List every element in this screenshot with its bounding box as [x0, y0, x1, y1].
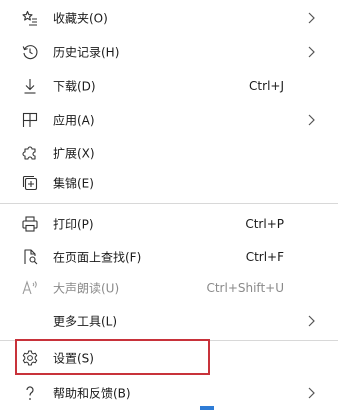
chevron-right-icon — [306, 314, 316, 328]
menu-item-label: 更多工具(L) — [53, 314, 118, 329]
menu-item-label: 下载(D) — [53, 79, 96, 94]
menu-item-history[interactable]: 历史记录(H) — [0, 35, 338, 69]
menu-item-label: 应用(A) — [53, 113, 95, 128]
menu-item-print[interactable]: 打印(P) Ctrl+P — [0, 207, 338, 241]
menu-item-label: 打印(P) — [53, 217, 94, 232]
blue-accent-mark — [200, 406, 214, 410]
help-question-icon — [21, 384, 39, 402]
shortcut-text: Ctrl+J — [249, 79, 284, 93]
menu-item-label: 历史记录(H) — [53, 45, 120, 60]
collections-icon — [21, 174, 39, 192]
menu-item-favorites[interactable]: 收藏夹(O) — [0, 1, 338, 35]
menu-item-label: 帮助和反馈(B) — [53, 386, 131, 401]
find-on-page-icon — [21, 248, 39, 266]
extensions-puzzle-icon — [21, 144, 39, 162]
menu-item-find-on-page[interactable]: 在页面上查找(F) Ctrl+F — [0, 240, 338, 274]
download-arrow-icon — [21, 77, 39, 95]
menu-item-read-aloud[interactable]: 大声朗读(U) Ctrl+Shift+U — [0, 271, 338, 305]
menu-item-label: 扩展(X) — [53, 146, 95, 161]
shortcut-text: Ctrl+Shift+U — [206, 281, 284, 295]
history-clock-icon — [21, 43, 39, 61]
menu-item-label: 大声朗读(U) — [53, 281, 120, 296]
menu-item-downloads[interactable]: 下载(D) Ctrl+J — [0, 69, 338, 103]
menu-divider — [0, 203, 338, 204]
menu-item-collections[interactable]: 集锦(E) — [0, 166, 338, 200]
apps-grid-icon — [21, 111, 39, 129]
chevron-right-icon — [306, 45, 316, 59]
chevron-right-icon — [306, 11, 316, 25]
menu-item-label: 设置(S) — [53, 351, 94, 366]
menu-item-label: 集锦(E) — [53, 176, 94, 191]
print-icon — [21, 215, 39, 233]
menu-item-extensions[interactable]: 扩展(X) — [0, 136, 338, 170]
chevron-right-icon — [306, 113, 316, 127]
menu-item-label: 收藏夹(O) — [53, 11, 108, 26]
shortcut-text: Ctrl+F — [245, 250, 284, 264]
browser-settings-menu: 收藏夹(O) 历史记录(H) 下载(D) Ctrl+J 应用(A) 扩展(X) — [0, 0, 338, 410]
menu-item-help-feedback[interactable]: 帮助和反馈(B) — [0, 376, 338, 410]
menu-item-more-tools[interactable]: 更多工具(L) — [0, 304, 338, 338]
favorites-star-icon — [21, 9, 39, 27]
menu-item-label: 在页面上查找(F) — [53, 250, 142, 265]
settings-gear-icon — [21, 349, 39, 367]
read-aloud-icon — [21, 279, 39, 297]
chevron-right-icon — [306, 386, 316, 400]
menu-item-apps[interactable]: 应用(A) — [0, 103, 338, 137]
menu-item-settings[interactable]: 设置(S) — [0, 341, 338, 375]
shortcut-text: Ctrl+P — [245, 217, 284, 231]
